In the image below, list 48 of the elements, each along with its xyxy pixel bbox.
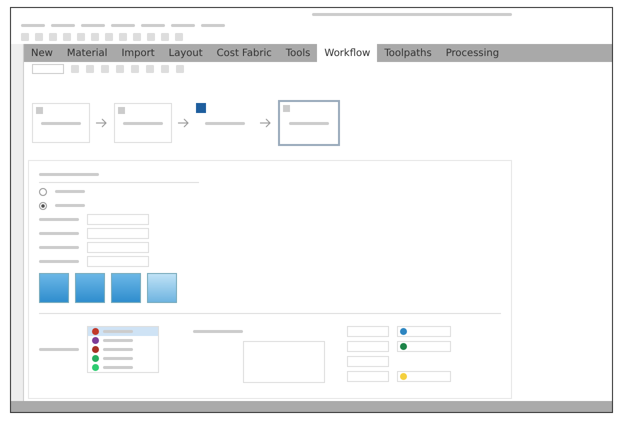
illegible-label — [193, 330, 243, 333]
tab[interactable]: Processing — [438, 44, 506, 62]
arrow-icon — [178, 118, 190, 128]
tab[interactable]: Cost Fabric — [210, 44, 279, 62]
arrow-icon — [96, 118, 108, 128]
tab[interactable]: Workflow — [317, 44, 378, 62]
input-field[interactable] — [347, 326, 389, 337]
input-field[interactable] — [87, 228, 149, 239]
illegible-menu-item[interactable] — [21, 24, 45, 26]
illegible-menu-item[interactable] — [111, 24, 135, 26]
radio-button[interactable] — [39, 188, 47, 196]
tab[interactable]: Toolpaths — [377, 44, 439, 62]
illegible-label — [39, 232, 79, 235]
mode-button[interactable] — [75, 273, 105, 303]
list-item[interactable] — [88, 327, 158, 336]
tab[interactable]: Import — [114, 44, 162, 62]
color-field[interactable] — [397, 326, 451, 337]
workflow-node[interactable] — [278, 100, 340, 146]
tab[interactable]: Material — [60, 44, 114, 62]
illegible-menu-item[interactable] — [81, 24, 105, 26]
illegible-label — [39, 173, 99, 176]
illegible-label — [55, 190, 85, 193]
mode-button[interactable] — [39, 273, 69, 303]
arrow-icon — [260, 118, 272, 128]
input-field[interactable] — [347, 356, 389, 367]
illegible-label — [55, 204, 85, 207]
illegible-menu-item[interactable] — [171, 24, 195, 26]
input-field[interactable] — [347, 371, 389, 382]
input-field[interactable] — [87, 214, 149, 225]
color-field[interactable] — [397, 341, 451, 352]
color-field[interactable] — [397, 371, 451, 382]
input-field[interactable] — [347, 341, 389, 352]
input-field[interactable] — [87, 256, 149, 267]
input-field[interactable] — [87, 242, 149, 253]
illegible-label — [39, 260, 79, 263]
illegible-menu-item[interactable] — [201, 24, 225, 26]
illegible-menu-item[interactable] — [141, 24, 165, 26]
tab[interactable]: Tools — [278, 44, 318, 62]
illegible-label — [39, 246, 79, 249]
tab[interactable]: New — [24, 44, 60, 62]
mode-button[interactable] — [147, 273, 177, 303]
illegible-label — [39, 348, 79, 351]
mode-button[interactable] — [111, 273, 141, 303]
illegible-menu-item[interactable] — [51, 24, 75, 26]
illegible-label — [39, 218, 79, 221]
radio-button[interactable] — [39, 202, 47, 210]
zoom-combo[interactable] — [32, 64, 64, 74]
tab[interactable]: Layout — [162, 44, 210, 62]
